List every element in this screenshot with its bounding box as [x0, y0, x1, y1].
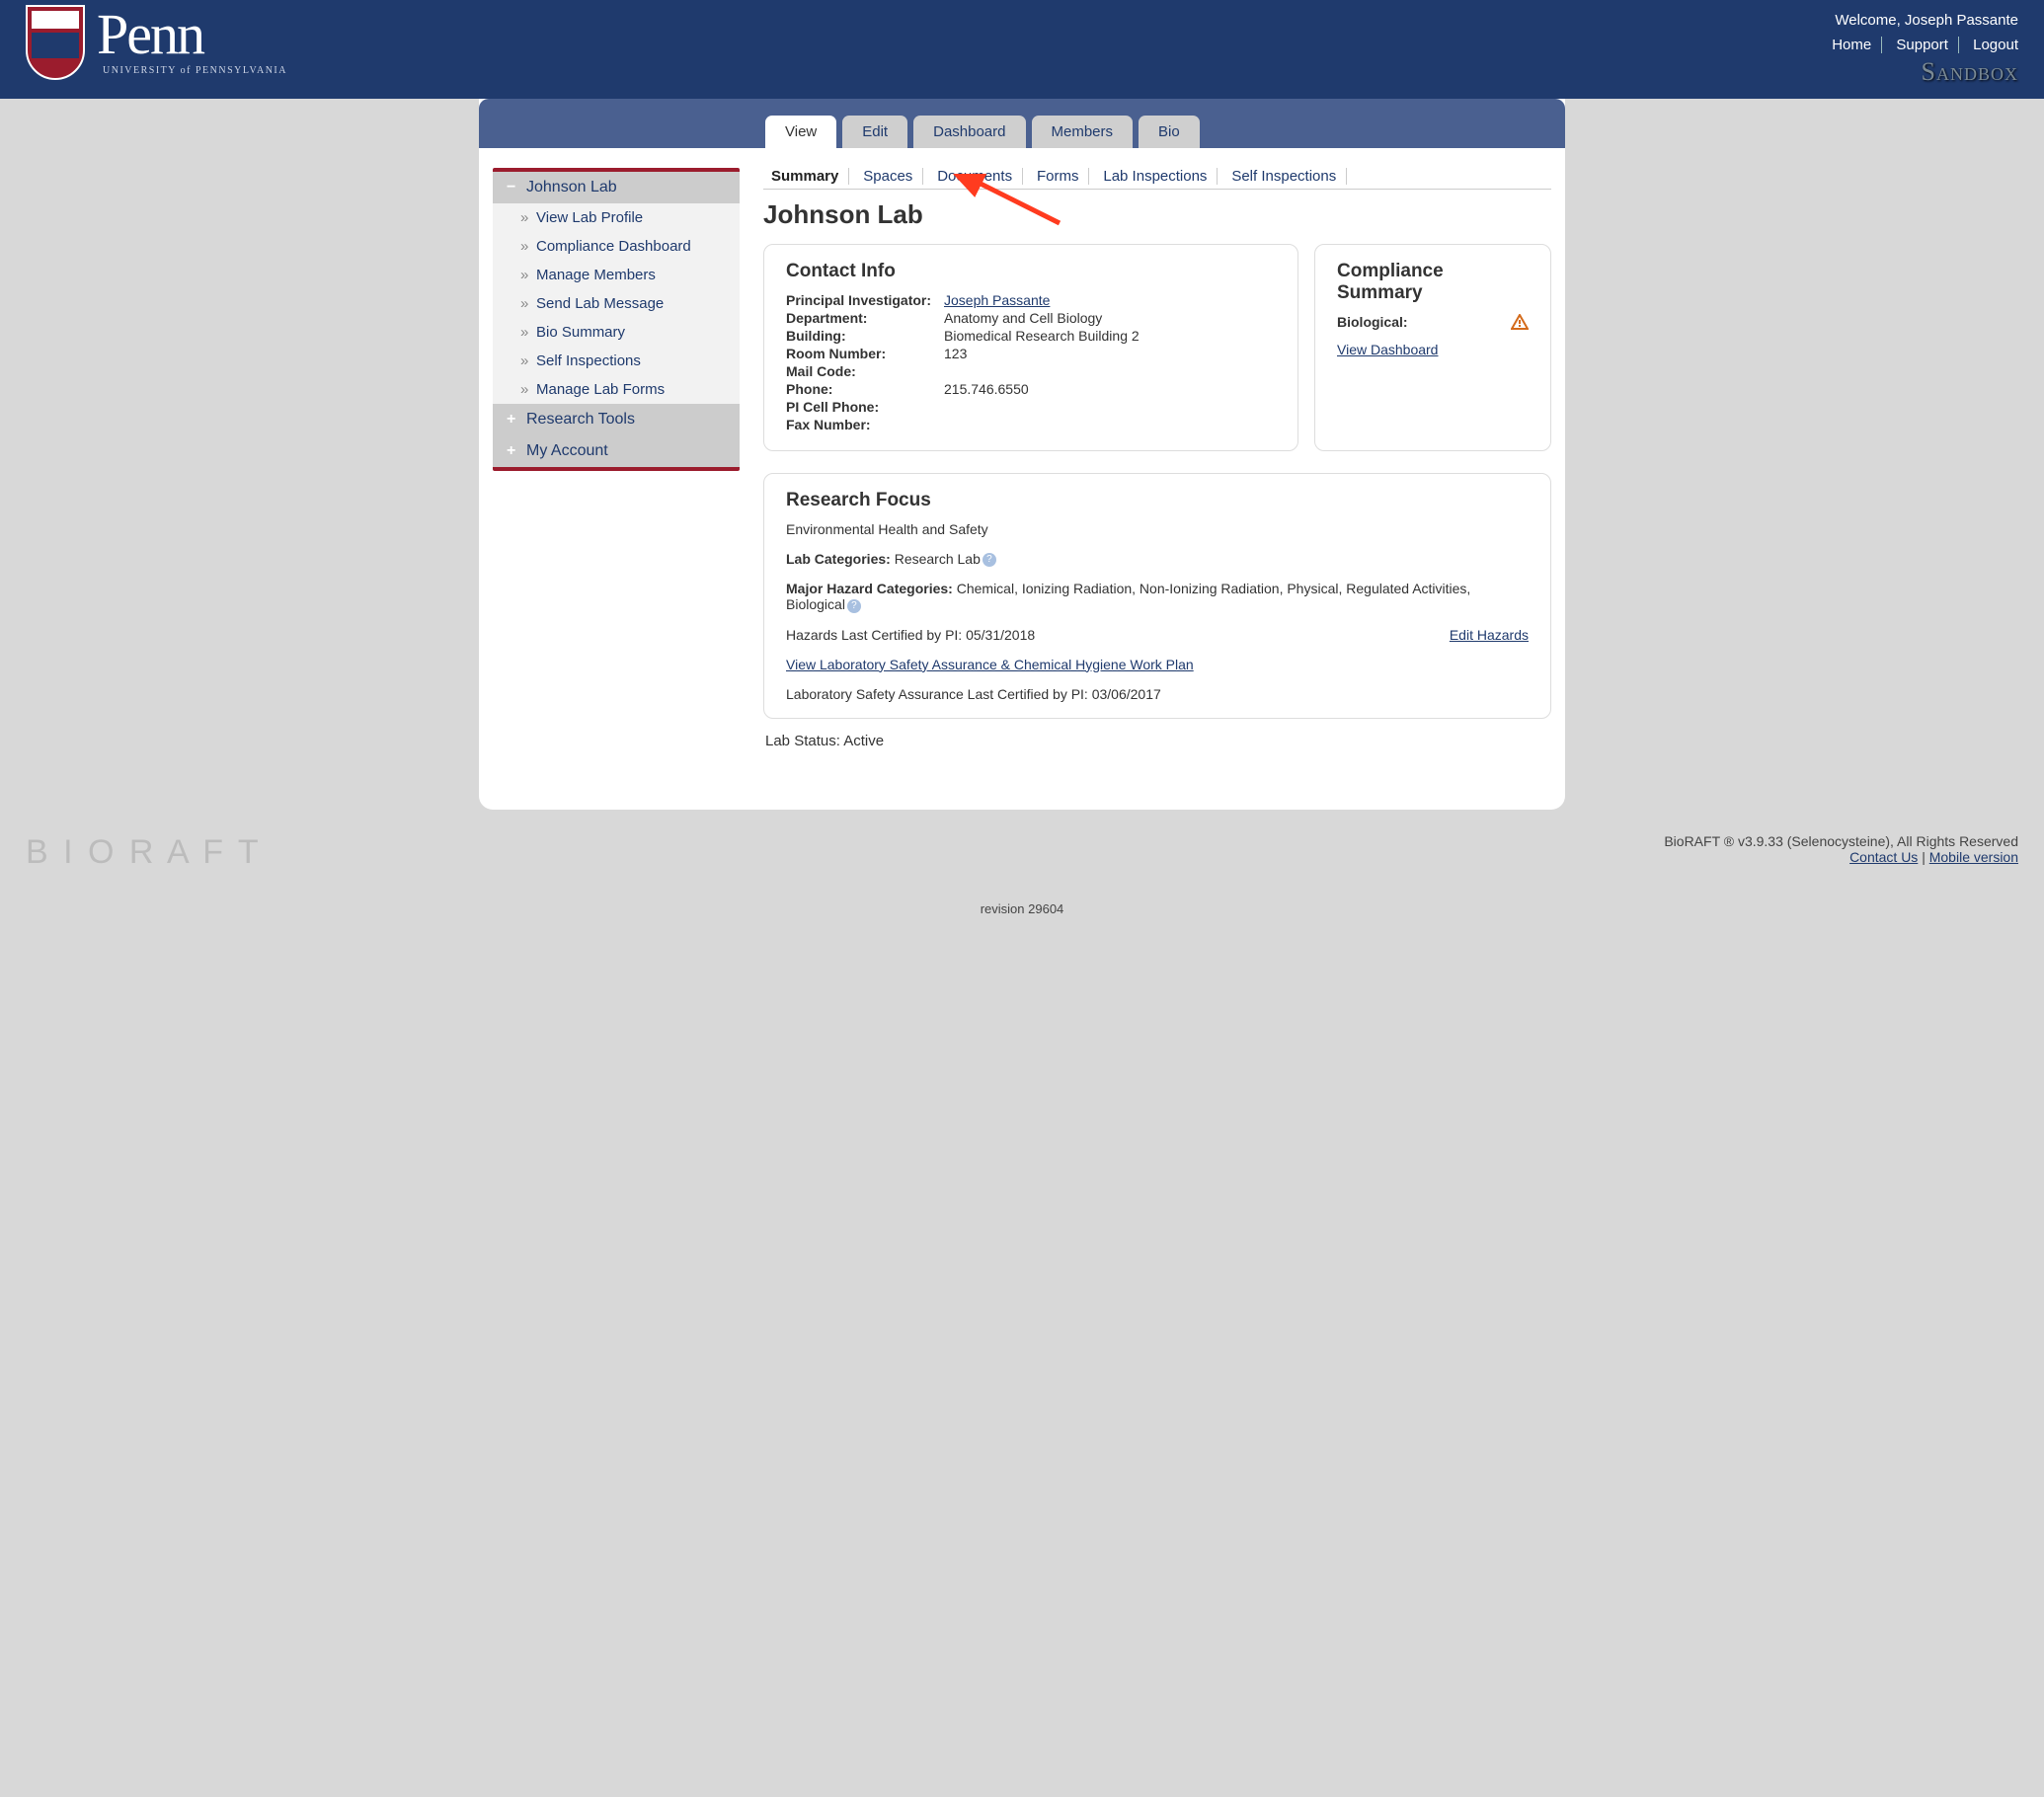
help-icon[interactable]: ? — [847, 599, 861, 613]
header-links: Home Support Logout — [1822, 37, 2018, 53]
lab-categories-label: Lab Categories: — [786, 551, 891, 567]
label-building: Building: — [786, 328, 944, 344]
sidebar-item-view-lab-profile[interactable]: View Lab Profile — [493, 203, 740, 232]
sidebar-item-compliance-dashboard[interactable]: Compliance Dashboard — [493, 232, 740, 261]
tab-bio[interactable]: Bio — [1139, 116, 1200, 148]
tab-members[interactable]: Members — [1032, 116, 1134, 148]
label-cell: PI Cell Phone: — [786, 399, 944, 415]
lab-status-text: Lab Status: Active — [763, 733, 1551, 749]
support-link[interactable]: Support — [1886, 37, 1959, 53]
logo-text-big: Penn — [97, 9, 287, 60]
subtab-summary[interactable]: Summary — [763, 168, 849, 185]
sub-tab-bar: Summary Spaces Documents Forms Lab Inspe… — [763, 168, 1551, 190]
penn-shield-icon — [26, 5, 85, 80]
footer-copyright: BioRAFT ® v3.9.33 (Selenocysteine), All … — [1664, 833, 2018, 849]
sidebar-item-self-inspections[interactable]: Self Inspections — [493, 347, 740, 375]
sidebar: Johnson Lab View Lab Profile Compliance … — [493, 168, 740, 749]
subtab-documents[interactable]: Documents — [927, 168, 1023, 185]
lab-categories-value: Research Lab — [895, 551, 981, 567]
subtab-spaces[interactable]: Spaces — [853, 168, 923, 185]
tab-dashboard[interactable]: Dashboard — [913, 116, 1025, 148]
compliance-biological-label: Biological: — [1337, 314, 1408, 330]
view-dashboard-link[interactable]: View Dashboard — [1337, 342, 1438, 357]
warning-icon — [1511, 314, 1529, 330]
sidebar-lab-header[interactable]: Johnson Lab — [493, 172, 740, 203]
value-dept: Anatomy and Cell Biology — [944, 310, 1102, 326]
sidebar-section-my-account[interactable]: My Account — [493, 435, 740, 467]
label-phone: Phone: — [786, 381, 944, 397]
view-work-plan-link[interactable]: View Laboratory Safety Assurance & Chemi… — [786, 657, 1194, 672]
contact-info-panel: Contact Info Principal Investigator:Jose… — [763, 244, 1298, 451]
major-hazard-label: Major Hazard Categories: — [786, 581, 953, 596]
sidebar-item-manage-members[interactable]: Manage Members — [493, 261, 740, 289]
contact-us-link[interactable]: Contact Us — [1849, 849, 1918, 865]
sidebar-item-send-lab-message[interactable]: Send Lab Message — [493, 289, 740, 318]
logo-text-small: UNIVERSITY of PENNSYLVANIA — [103, 65, 287, 76]
value-room: 123 — [944, 346, 967, 361]
value-building: Biomedical Research Building 2 — [944, 328, 1140, 344]
footer: B I O R A F T BioRAFT ® v3.9.33 (Selenoc… — [0, 810, 2044, 956]
tab-view[interactable]: View — [765, 116, 836, 148]
logout-link[interactable]: Logout — [1963, 37, 2018, 53]
sidebar-section-research-tools[interactable]: Research Tools — [493, 404, 740, 435]
sandbox-badge: Sandbox — [1822, 57, 2018, 87]
header-bar: Penn UNIVERSITY of PENNSYLVANIA Welcome,… — [0, 0, 2044, 99]
page-title: Johnson Lab — [763, 199, 1551, 230]
compliance-summary-panel: Compliance Summary Biological: View Dash… — [1314, 244, 1551, 451]
research-heading: Research Focus — [786, 490, 1529, 511]
sidebar-item-bio-summary[interactable]: Bio Summary — [493, 318, 740, 347]
label-mail: Mail Code: — [786, 363, 944, 379]
compliance-heading: Compliance Summary — [1337, 261, 1529, 304]
sidebar-item-manage-lab-forms[interactable]: Manage Lab Forms — [493, 375, 740, 404]
label-fax: Fax Number: — [786, 417, 944, 432]
mobile-version-link[interactable]: Mobile version — [1929, 849, 2018, 865]
tab-edit[interactable]: Edit — [842, 116, 907, 148]
label-dept: Department: — [786, 310, 944, 326]
research-focus-panel: Research Focus Environmental Health and … — [763, 473, 1551, 719]
label-room: Room Number: — [786, 346, 944, 361]
edit-hazards-link[interactable]: Edit Hazards — [1450, 627, 1529, 643]
label-pi: Principal Investigator: — [786, 292, 944, 308]
penn-logo: Penn UNIVERSITY of PENNSYLVANIA — [26, 5, 287, 80]
welcome-text: Welcome, Joseph Passante — [1822, 12, 2018, 29]
contact-heading: Contact Info — [786, 261, 1276, 282]
revision-text: revision 29604 — [26, 901, 2018, 916]
subtab-self-inspections[interactable]: Self Inspections — [1221, 168, 1347, 185]
subtab-lab-inspections[interactable]: Lab Inspections — [1093, 168, 1218, 185]
home-link[interactable]: Home — [1822, 37, 1882, 53]
pi-link[interactable]: Joseph Passante — [944, 292, 1050, 308]
safety-certified-text: Laboratory Safety Assurance Last Certifi… — [786, 686, 1529, 702]
value-phone: 215.746.6550 — [944, 381, 1029, 397]
primary-tab-bar: View Edit Dashboard Members Bio — [479, 99, 1565, 148]
help-icon[interactable]: ? — [983, 553, 996, 567]
hazards-certified-text: Hazards Last Certified by PI: 05/31/2018 — [786, 627, 1035, 643]
subtab-forms[interactable]: Forms — [1027, 168, 1090, 185]
research-focus-text: Environmental Health and Safety — [786, 521, 1529, 537]
